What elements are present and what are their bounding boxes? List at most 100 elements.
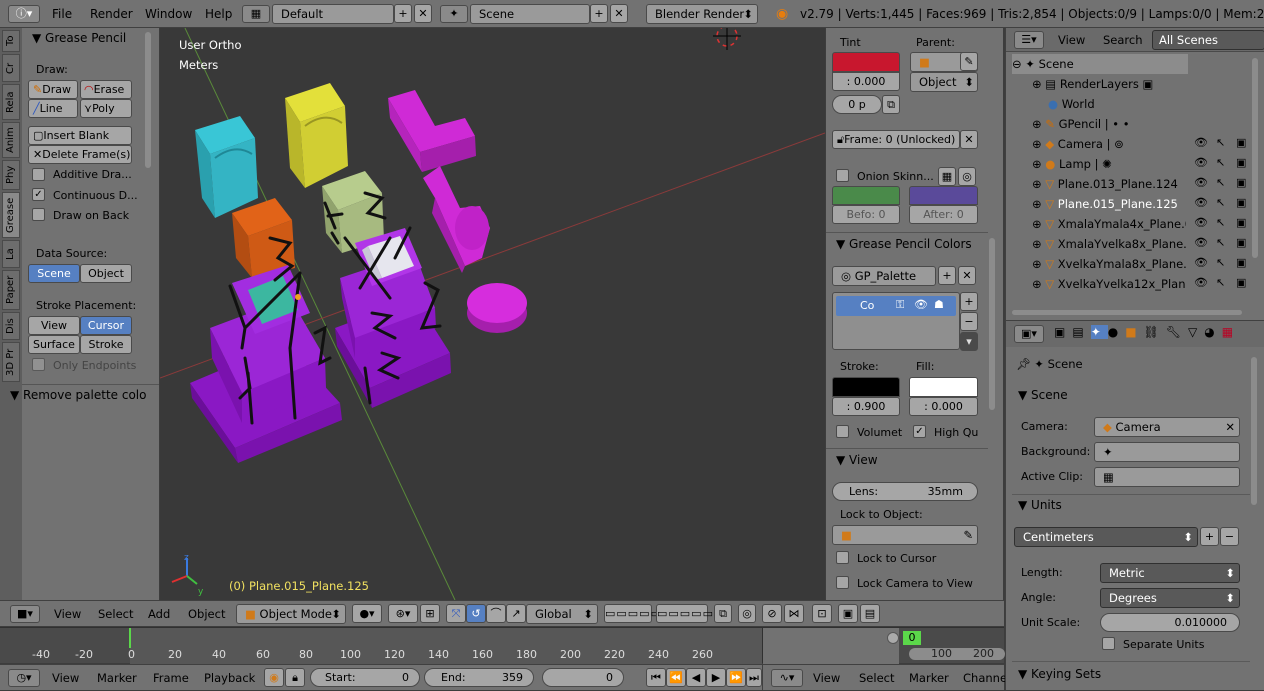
- scene-tab-icon[interactable]: ✦: [1090, 325, 1108, 339]
- lock-object-field[interactable]: ■ ✎: [832, 525, 978, 545]
- extra-manipulator-icon[interactable]: ↗: [506, 604, 526, 623]
- gp-colors-header[interactable]: ▼ Grease Pencil Colors: [836, 237, 972, 251]
- tab-3d-print[interactable]: 3D Pr: [2, 342, 20, 382]
- material-tab-icon[interactable]: ◕: [1204, 325, 1221, 339]
- remove-palette-header[interactable]: ▼ Remove palette colo: [10, 388, 160, 402]
- palette-add-icon[interactable]: +: [938, 266, 956, 285]
- keying-sets-header[interactable]: ▼ Keying Sets: [1018, 667, 1101, 681]
- color-slot-ghost-icon[interactable]: ☗: [934, 298, 944, 311]
- tree-item-plane015[interactable]: ⊕ ▽ Plane.015_Plane.125: [1032, 194, 1178, 214]
- lock-to-cursor-checkbox[interactable]: [836, 551, 849, 564]
- visibility-eye-icon[interactable]: 👁︎: [1194, 276, 1208, 289]
- placement-view-button[interactable]: View: [28, 316, 80, 335]
- layout-icon[interactable]: ▦: [242, 5, 270, 23]
- layout-close-icon[interactable]: ✕: [414, 4, 432, 23]
- play-reverse-icon[interactable]: ◀: [686, 668, 706, 687]
- tree-item-scene[interactable]: ⊖ ✦ Scene: [1012, 54, 1188, 74]
- select-arrow-icon[interactable]: ↖: [1216, 196, 1225, 209]
- tree-item-xmalayvelka[interactable]: ⊕ ▽ XmalaYvelka8x_Plane.0: [1032, 234, 1194, 254]
- timeline-editor-icon[interactable]: ◷▾: [8, 669, 40, 687]
- placement-surface-button[interactable]: Surface: [28, 335, 80, 354]
- viewport-menu-select[interactable]: Select: [98, 601, 133, 627]
- data-tab-icon[interactable]: ▽: [1188, 325, 1204, 339]
- select-arrow-icon[interactable]: ↖: [1216, 156, 1225, 169]
- properties-scrollbar[interactable]: [1251, 357, 1257, 505]
- data-source-object-button[interactable]: Object: [80, 264, 132, 283]
- palette-close-icon[interactable]: ✕: [958, 266, 976, 285]
- high-quality-checkbox[interactable]: ✓: [913, 425, 926, 438]
- expand-icon[interactable]: ⊕: [1032, 157, 1045, 171]
- unit-preset-remove-icon[interactable]: −: [1220, 527, 1239, 546]
- jump-keyframe-back-icon[interactable]: ⏪: [666, 668, 686, 687]
- after-field[interactable]: After: 0: [909, 205, 978, 224]
- volumetric-checkbox[interactable]: [836, 425, 849, 438]
- tree-item-camera[interactable]: ⊕ ◆ Camera | ⊚: [1032, 134, 1124, 154]
- before-field[interactable]: Befo: 0: [832, 205, 900, 224]
- fill-color-swatch[interactable]: [909, 377, 978, 397]
- placement-cursor-button[interactable]: Cursor: [80, 316, 132, 335]
- visibility-eye-icon[interactable]: 👁︎: [1194, 216, 1208, 229]
- tab-create[interactable]: Cr: [2, 54, 20, 82]
- jump-keyframe-forward-icon[interactable]: ⏩: [726, 668, 746, 687]
- orientation-select[interactable]: Global ⬍: [526, 604, 598, 624]
- expand-icon[interactable]: ⊕: [1032, 137, 1045, 151]
- render-camera-icon[interactable]: ▣: [1236, 216, 1246, 229]
- viewport-menu-add[interactable]: Add: [148, 601, 170, 627]
- outliner-hscrollbar[interactable]: [1012, 310, 1242, 315]
- menu-help[interactable]: Help: [205, 0, 232, 28]
- lock-object-eyedropper-icon[interactable]: ✎: [963, 526, 973, 544]
- lens-field[interactable]: Lens: 35mm: [832, 482, 978, 501]
- menu-window[interactable]: Window: [145, 0, 192, 28]
- modifiers-tab-icon[interactable]: 🔧︎: [1166, 325, 1188, 339]
- keyframe-record-icon[interactable]: ◉: [264, 668, 284, 687]
- placement-stroke-button[interactable]: Stroke: [80, 335, 132, 354]
- manipulator-toggle[interactable]: ⊞: [420, 604, 440, 623]
- tab-animation[interactable]: Anim: [2, 122, 20, 158]
- line-button[interactable]: ╱Line: [28, 99, 78, 118]
- graph-menu-select[interactable]: Select: [859, 665, 894, 691]
- units-panel-header[interactable]: ▼ Units: [1018, 498, 1062, 512]
- color-add-icon[interactable]: +: [960, 292, 978, 311]
- render-animation-icon[interactable]: ▤: [860, 604, 880, 623]
- visibility-eye-icon[interactable]: 👁︎: [1194, 256, 1208, 269]
- camera-clear-icon[interactable]: ✕: [1225, 418, 1235, 436]
- gp-panel-scrollbar[interactable]: [989, 238, 995, 410]
- scene-close-icon[interactable]: ✕: [610, 4, 628, 23]
- onion-color-icon[interactable]: ◎: [958, 167, 976, 186]
- tint-factor-field[interactable]: : 0.000: [832, 72, 900, 91]
- play-icon[interactable]: ▶: [706, 668, 726, 687]
- menu-file[interactable]: File: [52, 0, 72, 28]
- color-slot-eye-icon[interactable]: 👁︎: [914, 298, 928, 311]
- tree-item-plane013[interactable]: ⊕ ▽ Plane.013_Plane.124: [1032, 174, 1178, 194]
- timeline-menu-view[interactable]: View: [52, 665, 79, 691]
- frame-clear-icon[interactable]: ✕: [960, 130, 978, 149]
- pass-index-field[interactable]: 0 p: [832, 95, 882, 114]
- render-camera-icon[interactable]: ▣: [1236, 236, 1246, 249]
- collapse-icon[interactable]: ⊖: [1012, 57, 1025, 71]
- scene-add-icon[interactable]: +: [590, 4, 608, 23]
- render-tab-icon[interactable]: ▣: [1054, 325, 1072, 339]
- snap-element-icon[interactable]: ⊡: [812, 604, 832, 623]
- outliner-menu-search[interactable]: Search: [1103, 28, 1143, 52]
- tree-item-xmalaymala[interactable]: ⊕ ▽ XmalaYmala4x_Plane.0: [1032, 214, 1192, 234]
- constraints-tab-icon[interactable]: ⛓: [1144, 325, 1166, 339]
- onion-checkbox[interactable]: [836, 169, 849, 182]
- separate-units-checkbox[interactable]: [1102, 637, 1115, 650]
- select-arrow-icon[interactable]: ↖: [1216, 136, 1225, 149]
- visibility-eye-icon[interactable]: 👁︎: [1194, 156, 1208, 169]
- tree-item-xvelkayvelka[interactable]: ⊕ ▽ XvelkaYvelka12x_Plane: [1032, 274, 1193, 294]
- proportional-edit-icon[interactable]: ◎: [738, 604, 756, 623]
- select-arrow-icon[interactable]: ↖: [1216, 256, 1225, 269]
- select-arrow-icon[interactable]: ↖: [1216, 216, 1225, 229]
- layers-tab-icon[interactable]: ▤: [1072, 325, 1090, 339]
- color-remove-icon[interactable]: −: [960, 312, 978, 331]
- timeline-menu-playback[interactable]: Playback: [204, 665, 255, 691]
- render-camera-icon[interactable]: ▣: [1236, 176, 1246, 189]
- delete-frames-button[interactable]: ✕Delete Frame(s): [28, 145, 132, 164]
- graph-current-frame[interactable]: 0: [903, 631, 921, 645]
- viewport-3d[interactable]: z y User Ortho Meters (0) Plane.015_Plan…: [160, 28, 825, 600]
- tab-grease[interactable]: Grease: [2, 192, 20, 238]
- background-field[interactable]: ✦: [1094, 442, 1240, 462]
- pin-icon[interactable]: 📌︎: [1016, 357, 1031, 371]
- expand-icon[interactable]: ⊕: [1032, 237, 1045, 251]
